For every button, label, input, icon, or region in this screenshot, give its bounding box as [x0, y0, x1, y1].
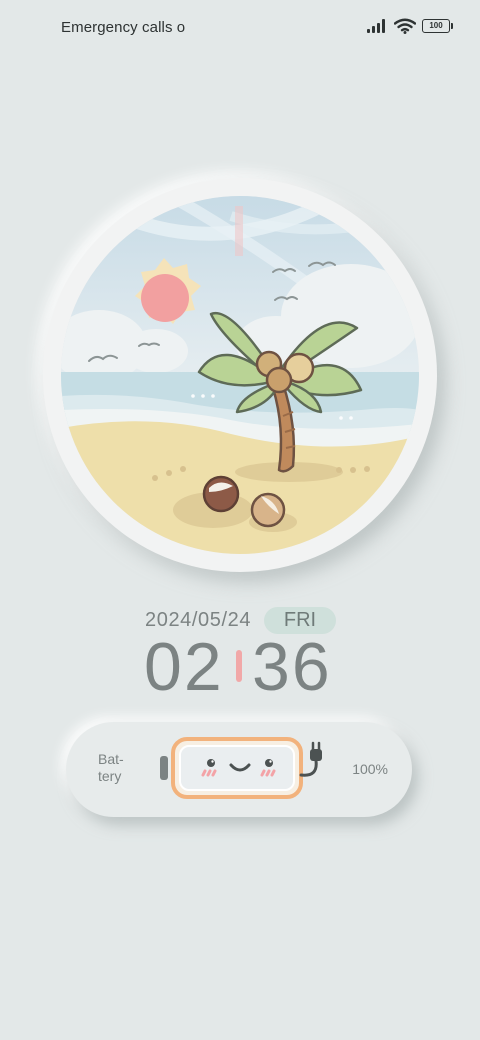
status-icons: 100 — [366, 18, 453, 34]
time-minutes: 36 — [252, 629, 332, 705]
battery-level-text: 100 — [429, 21, 443, 30]
carrier-text: Emergency calls o — [61, 19, 186, 36]
wifi-icon — [394, 18, 416, 34]
time-hours: 02 — [144, 629, 224, 705]
battery-label: Bat- tery — [98, 751, 124, 784]
status-bar: Emergency calls o 100 — [0, 0, 480, 56]
battery-face-icon — [160, 737, 322, 799]
wallpaper-scene[interactable] — [61, 196, 419, 554]
battery-icon: 100 — [422, 19, 453, 33]
time-separator — [236, 650, 242, 682]
battery-percent: 100% — [352, 761, 388, 777]
signal-icon — [367, 19, 385, 33]
battery-widget-card[interactable]: Bat- tery 100% — [66, 722, 412, 817]
beach-illustration — [61, 196, 419, 554]
clock-time: 02 36 — [0, 628, 480, 708]
